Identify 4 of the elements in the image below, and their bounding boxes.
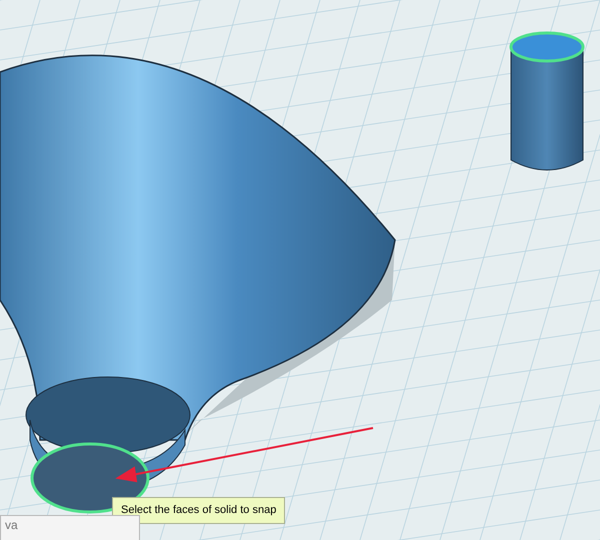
funnel-drawing[interactable] xyxy=(0,54,396,514)
cylinder-drawing[interactable] xyxy=(510,32,584,170)
tooltip: Select the faces of solid to snap xyxy=(112,497,286,524)
panel-title: va xyxy=(4,517,19,534)
